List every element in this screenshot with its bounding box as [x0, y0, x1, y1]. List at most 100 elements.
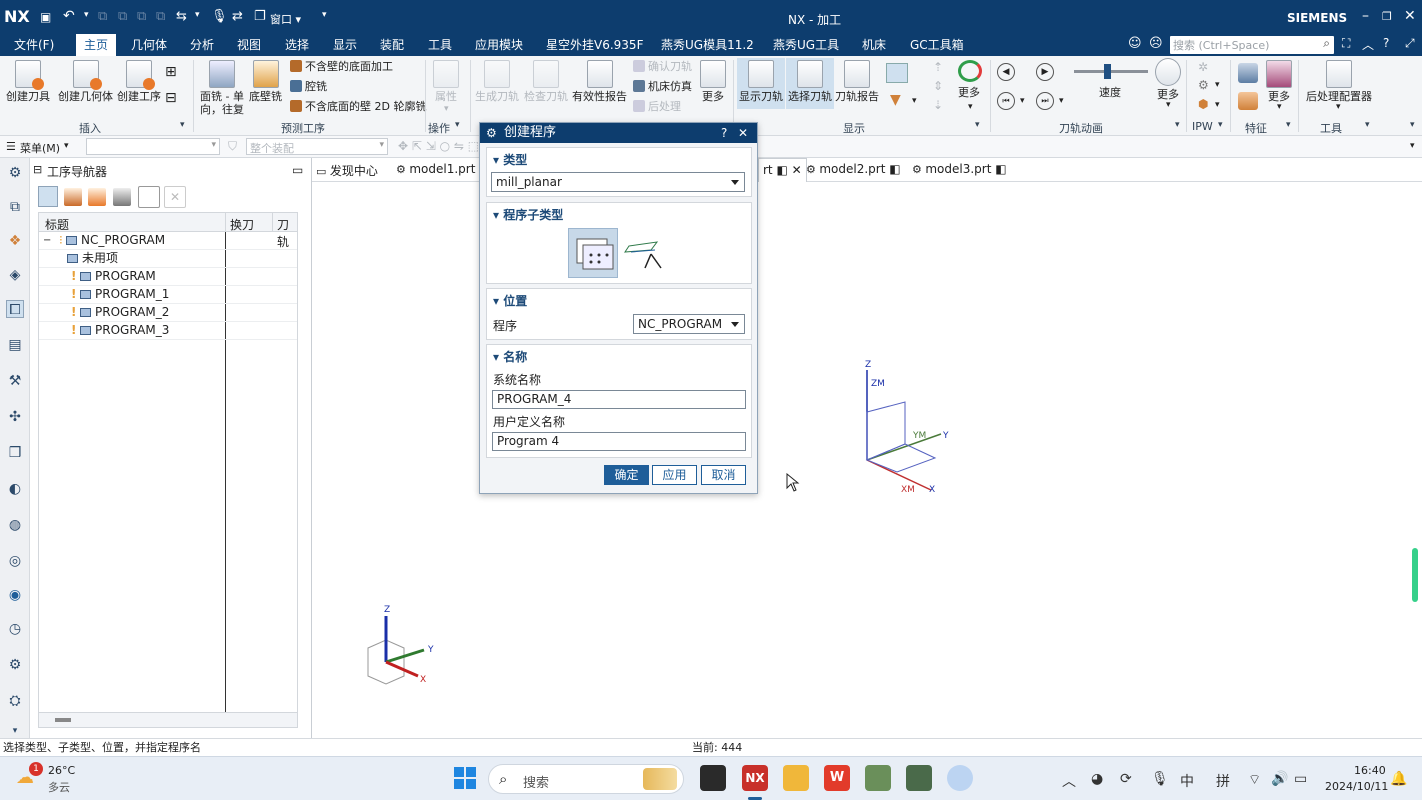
main-menu-dropdown-icon[interactable]: ▾ [64, 141, 69, 151]
weather-temperature[interactable]: 26°C [48, 764, 75, 777]
wifi-icon[interactable]: ⌔ [1248, 771, 1261, 789]
clock-time[interactable]: 16:40 [1354, 764, 1386, 777]
settings-icon[interactable]: ⚙ [6, 164, 24, 182]
microphone-tray-icon[interactable]: 🎙 [1151, 771, 1169, 787]
app-icon-5[interactable] [865, 765, 891, 791]
nx-app-icon[interactable]: NX [742, 765, 768, 791]
horizontal-scrollbar[interactable] [39, 712, 297, 727]
notification-bell-icon[interactable]: 🔔 [1390, 771, 1407, 787]
operation-navigator-icon[interactable]: ⧠ [6, 300, 24, 318]
color-wheel-icon[interactable] [958, 60, 982, 82]
display-more-dropdown-icon[interactable]: ▾ [968, 102, 973, 112]
sync-icon[interactable]: ⟳ [1120, 771, 1132, 787]
post-configurator-button[interactable]: 后处理配置器 [1306, 60, 1372, 103]
type-dropdown-icon[interactable] [731, 180, 739, 185]
menu-xingkong[interactable]: 星空外挂V6.935F [546, 36, 643, 53]
globe-icon[interactable]: ◉ [6, 586, 24, 604]
speed-slider[interactable] [1074, 64, 1148, 79]
repeat-dropdown-icon[interactable]: ▾ [195, 10, 200, 20]
tab-model2[interactable]: ⚙ model2.prt ◧ [806, 162, 901, 176]
program-order-view-icon[interactable] [38, 186, 58, 207]
menu-home[interactable]: 主页 [76, 34, 117, 56]
go-end-icon[interactable]: ⏭ [1036, 92, 1054, 110]
animation-group-dropdown-icon[interactable]: ▾ [1175, 120, 1180, 130]
system-name-field[interactable]: PROGRAM_4 [492, 390, 746, 409]
step-back-icon[interactable]: ◀ [997, 63, 1015, 81]
navigator-pin-icon[interactable]: ⊟ [33, 163, 42, 176]
floor-no-wall-button[interactable]: 不含壁的底面加工 [290, 57, 393, 77]
type-filter-select[interactable]: ▾ [86, 138, 220, 155]
tab-discovery-center[interactable]: ▭ 发现中心 [316, 162, 378, 179]
assembly-scope-select[interactable]: 整个装配 ▾ [246, 138, 388, 155]
display-group-dropdown-icon[interactable]: ▾ [975, 120, 980, 130]
menu-tools[interactable]: 工具 [428, 36, 452, 53]
select-toolpath-button[interactable]: 选择刀轨 [786, 58, 834, 109]
weather-description[interactable]: 多云 [48, 779, 70, 795]
tree-row-unused[interactable]: 未用项 [39, 250, 297, 268]
ribbon-options-dropdown-icon[interactable]: ▾ [1410, 120, 1415, 130]
cavity-mill-button[interactable]: 腔铣 [290, 77, 327, 97]
microphone-icon[interactable]: 🎙 [211, 9, 228, 24]
face-milling-button[interactable]: 面铣 - 单向，往复 [200, 60, 244, 116]
taskbar-search[interactable]: ⌕ 搜索 [488, 764, 684, 794]
toolpath-report-button[interactable]: 刀轨报告 [835, 60, 879, 103]
clock-icon[interactable]: ◷ [6, 620, 24, 638]
ipw-color-icon[interactable]: ⬢ [1198, 97, 1208, 111]
menu-hamburger-icon[interactable]: ☰ [6, 140, 16, 153]
menu-view[interactable]: 视图 [237, 36, 261, 53]
geometry-view-icon[interactable] [88, 188, 106, 206]
operation-group-dropdown-icon[interactable]: ▾ [455, 120, 460, 130]
floor-wall-button[interactable]: 底壁铣 [249, 60, 282, 103]
create-operation-button[interactable]: 创建工序 [117, 60, 161, 103]
scrollbar-thumb[interactable] [55, 718, 71, 722]
collapse-toggle-icon[interactable]: − [43, 232, 51, 249]
collapse-ribbon-icon[interactable]: ︿ [1362, 36, 1374, 53]
app-icon-7[interactable] [947, 765, 973, 791]
file-explorer-icon[interactable] [783, 765, 809, 791]
tree-row-nc-program[interactable]: − ⁝ NC_PROGRAM [39, 232, 297, 250]
menu-select[interactable]: 选择 [285, 36, 309, 53]
customize-dropdown-icon[interactable]: ▾ [322, 10, 327, 20]
qq-icon[interactable]: ◕ [1091, 771, 1103, 787]
tab-model1[interactable]: ⚙ model1.prt ◧ [396, 162, 491, 176]
menu-file[interactable]: 文件(F) [14, 36, 54, 53]
show-toolpath-button[interactable]: 显示刀轨 [737, 58, 785, 109]
feature-more-dropdown-icon[interactable]: ▾ [1277, 102, 1282, 112]
tree-row-program-1[interactable]: ! PROGRAM_1 [39, 286, 297, 304]
menu-display[interactable]: 显示 [333, 36, 357, 53]
restore-icon[interactable]: ❐ [1382, 10, 1392, 23]
menu-geometry[interactable]: 几何体 [131, 36, 167, 53]
machining-feature-navigator-icon[interactable]: ⚒ [6, 372, 24, 390]
part-navigator-icon[interactable]: ⧉ [6, 198, 24, 216]
start-button[interactable] [454, 767, 476, 789]
undo-icon[interactable]: ↶ [63, 8, 75, 24]
go-end-dropdown-icon[interactable]: ▾ [1059, 96, 1064, 106]
ipw-display-icon[interactable]: ⚙ [1198, 78, 1209, 92]
create-program-icon[interactable]: ⊞ [165, 64, 177, 80]
go-start-icon[interactable]: ⏮ [997, 92, 1015, 110]
tool-color-dropdown-icon[interactable]: ▾ [912, 96, 917, 106]
undo-dropdown-icon[interactable]: ▾ [84, 10, 89, 20]
tools-group-dropdown-icon[interactable]: ▾ [1365, 120, 1370, 130]
touch-mode-icon[interactable]: ⇄ [232, 9, 243, 24]
wps-app-icon[interactable]: W [824, 765, 850, 791]
create-method-icon[interactable]: ⊟ [165, 90, 177, 106]
command-search[interactable]: 搜索 (Ctrl+Space) ⌕ [1170, 36, 1334, 54]
tool-color-icon[interactable]: ▼ [890, 92, 901, 108]
constraint-navigator-icon[interactable]: ◈ [6, 266, 24, 284]
app-icon-6[interactable] [906, 765, 932, 791]
subtype-section-header[interactable]: ▾ 程序子类型 [493, 206, 563, 223]
add-operation-icon[interactable] [138, 186, 160, 208]
play-icon[interactable]: ▶ [1036, 63, 1054, 81]
menu-gc-toolbox[interactable]: GC工具箱 [910, 36, 964, 53]
go-start-dropdown-icon[interactable]: ▾ [1020, 96, 1025, 106]
ipw-group-dropdown-icon[interactable]: ▾ [1218, 120, 1223, 130]
display-more-button[interactable]: 更多 [958, 86, 980, 99]
feature-group-navigator-icon[interactable]: ✣ [6, 408, 24, 426]
toolbar-options-dropdown-icon[interactable]: ▾ [1410, 141, 1415, 151]
tree-row-program-2[interactable]: ! PROGRAM_2 [39, 304, 297, 322]
navigator-maximize-icon[interactable]: ▭ [292, 163, 303, 177]
tab-model3[interactable]: ⚙ model3.prt ◧ [912, 162, 1007, 176]
assembly-scope-dropdown-icon[interactable]: ▾ [379, 140, 384, 150]
subtype-program-icon[interactable] [568, 228, 618, 278]
